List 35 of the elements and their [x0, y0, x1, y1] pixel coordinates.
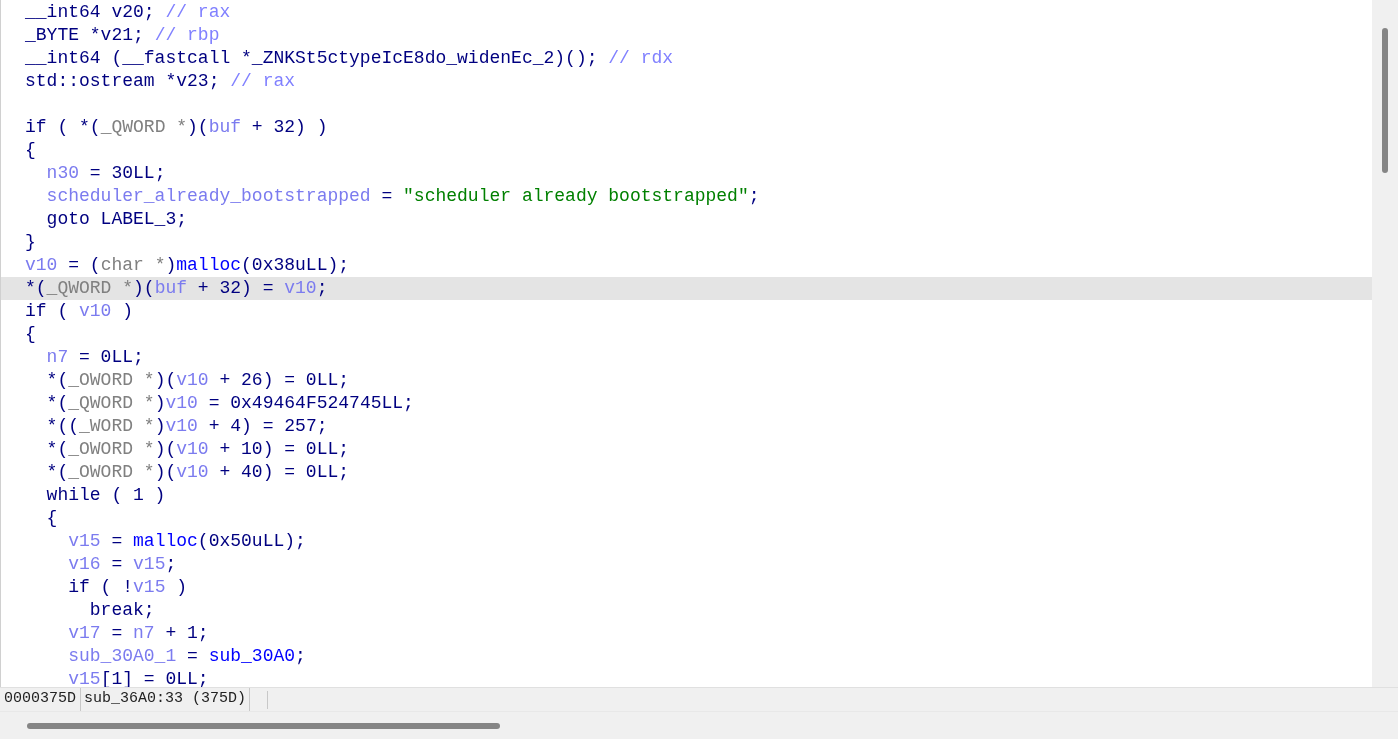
code-line: { — [25, 324, 36, 344]
code-line: *((_WORD *)v10 + 4) = 257; — [45, 416, 328, 436]
code-line: _BYTE *v21; // rbp — [25, 25, 220, 45]
code-line: std::ostream *v23; // rax — [25, 71, 296, 91]
code-line: v10 = (char *)malloc(0x38uLL); — [25, 255, 350, 275]
code-line: if ( v10 ) — [25, 301, 134, 321]
location-text: sub_36A0:33 (375D) — [81, 688, 251, 711]
code-line: while ( 1 ) — [45, 485, 166, 505]
code-line: if ( !v15 ) — [67, 577, 188, 597]
code-line: break; — [88, 600, 155, 620]
code-line: { — [45, 508, 58, 528]
code-line: if ( *(_QWORD *)(buf + 32) ) — [25, 117, 328, 137]
code-line: goto LABEL_3; — [45, 209, 188, 229]
code-line: __int64 (__fastcall *_ZNKSt5ctypeIcE8do_widenEc_2)(); // rdx — [25, 48, 674, 68]
code-line: v16 = v15; — [67, 554, 177, 574]
address-text: 0000375D — [0, 688, 81, 711]
scrollbar-thumb[interactable] — [1382, 28, 1388, 173]
code-line: v17 = n7 + 1; — [67, 623, 209, 643]
code-line: sub_30A0_1 = sub_30A0; — [67, 646, 306, 666]
code-line: v15[1] = 0LL; — [67, 669, 209, 687]
code-line: v15 = malloc(0x50uLL); — [67, 531, 306, 551]
code-line: scheduler_already_bootstrapped = "scheduler already bootstrapped"; — [45, 186, 760, 206]
horizontal-scrollbar[interactable] — [0, 711, 1398, 739]
code-line: n30 = 30LL; — [45, 163, 166, 183]
code-line: *(_OWORD *)(v10 + 40) = 0LL; — [45, 462, 350, 482]
vertical-scrollbar[interactable] — [1372, 0, 1398, 687]
code-line: *(_QWORD *)v10 = 0x49464F524745LL; — [45, 393, 414, 413]
code-line: n7 = 0LL; — [45, 347, 144, 367]
scrollbar-thumb[interactable] — [27, 722, 500, 729]
code-line: { — [25, 140, 36, 160]
code-line: *(_OWORD *)(v10 + 10) = 0LL; — [45, 439, 350, 459]
code-line: __int64 v20; // rax — [25, 2, 231, 22]
code-line: } — [25, 232, 36, 252]
code-line: *(_OWORD *)(v10 + 26) = 0LL; — [45, 370, 350, 390]
code-line: *(_QWORD *)(buf + 32) = v10; — [25, 278, 328, 298]
